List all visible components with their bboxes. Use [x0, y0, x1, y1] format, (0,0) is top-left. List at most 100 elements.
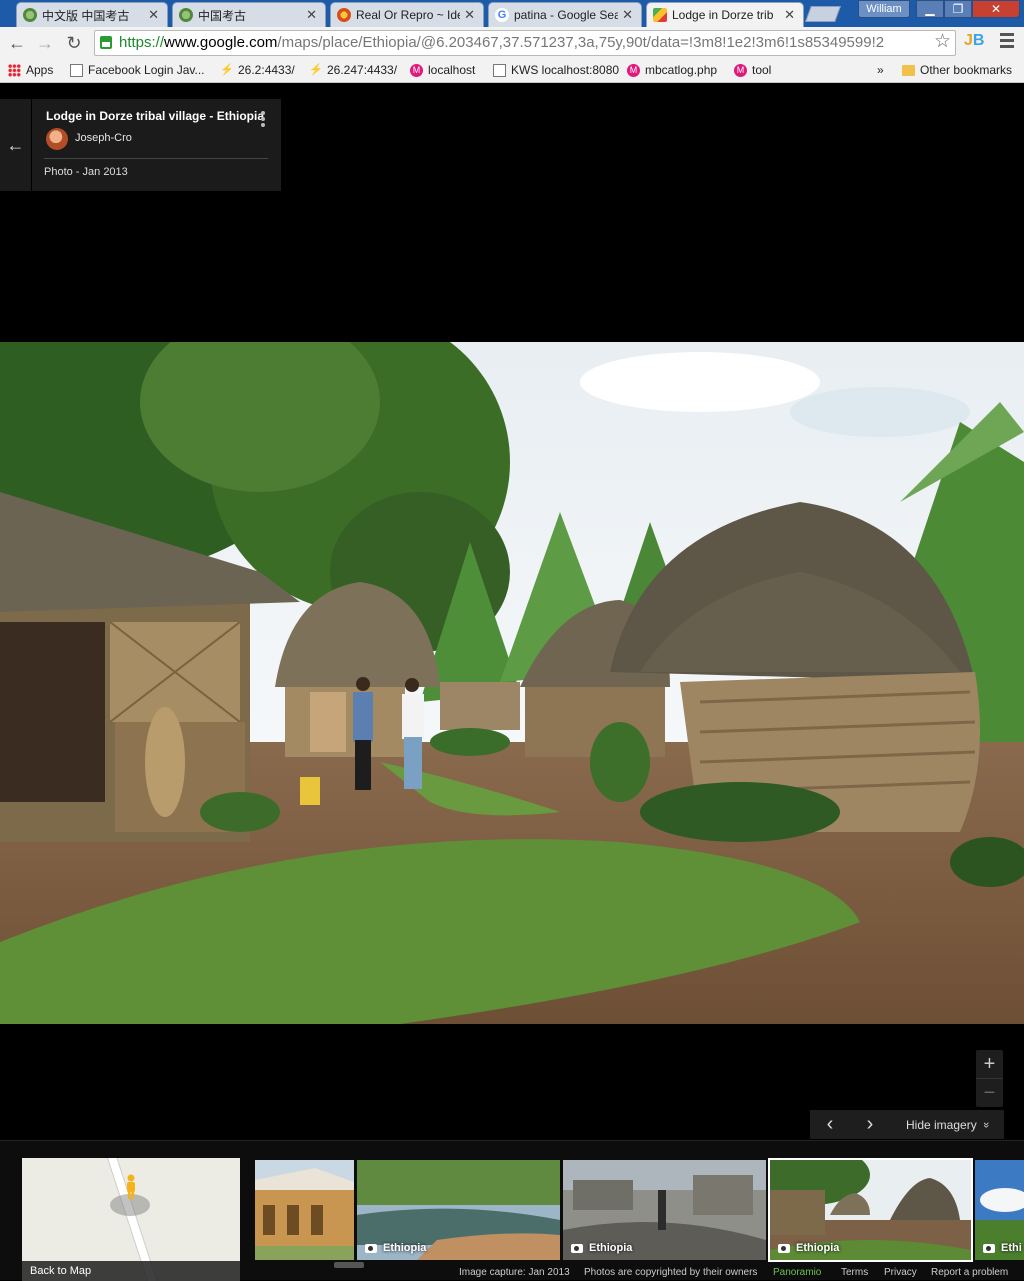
thumbnail-3[interactable]: Ethiopia	[563, 1160, 766, 1260]
place-info-card: Lodge in Dorze tribal village - Ethiopia…	[32, 99, 281, 191]
main-photo[interactable]	[0, 342, 1024, 1024]
thumbnail-label-text: Ethi	[1001, 1242, 1022, 1254]
tab-real-or-repro[interactable]: Real Or Repro ~ Ide ✕	[330, 2, 484, 27]
camera-icon	[778, 1243, 790, 1253]
m-icon: M	[410, 63, 423, 77]
jetbrains-extension-icon[interactable]: JB	[964, 32, 984, 50]
copyright-notice: Photos are copyrighted by their owners	[584, 1267, 758, 1278]
bookmark-26-2[interactable]: ⚡ 26.2:4433/	[220, 63, 295, 77]
place-title: Lodge in Dorze tribal village - Ethiopia	[46, 109, 265, 123]
close-tab-icon[interactable]: ✕	[148, 7, 159, 23]
terms-link[interactable]: Terms	[841, 1267, 868, 1278]
reload-icon[interactable]: ↻	[63, 32, 85, 54]
previous-image-button[interactable]: ‹	[810, 1113, 850, 1136]
report-problem-link[interactable]: Report a problem	[931, 1267, 1008, 1278]
panoramio-logo[interactable]: Panoramio	[773, 1267, 821, 1278]
bookmark-26-247[interactable]: ⚡ 26.247:4433/	[309, 63, 397, 77]
back-to-map-minimap[interactable]: Back to Map	[22, 1158, 240, 1281]
privacy-link[interactable]: Privacy	[884, 1267, 917, 1278]
divider	[44, 158, 268, 159]
photo-filmstrip: Back to Map Ethiopia Ethiopia Ethiopia E…	[0, 1140, 1024, 1281]
avatar[interactable]	[46, 128, 68, 150]
lock-icon	[100, 36, 112, 49]
bookmark-label: localhost	[428, 63, 476, 77]
google-icon: G	[495, 8, 509, 22]
minimize-button[interactable]: ▁	[916, 0, 944, 18]
photo-date: Photo - Jan 2013	[44, 166, 128, 178]
pegman-icon	[127, 1174, 135, 1199]
m-icon: M	[734, 63, 747, 77]
back-icon[interactable]: ←	[6, 32, 28, 54]
thumbnail-label: Ethiopia	[778, 1242, 839, 1254]
tab-lodge-dorze[interactable]: Lodge in Dorze trib ✕	[646, 2, 804, 27]
more-options-icon[interactable]	[261, 111, 265, 127]
close-tab-icon[interactable]: ✕	[784, 7, 795, 23]
thumbnail-label-text: Ethiopia	[589, 1242, 633, 1254]
back-arrow-icon[interactable]: ←	[0, 99, 31, 191]
url-path: /maps/place/Ethiopia/@6.203467,37.571237…	[277, 34, 885, 51]
close-tab-icon[interactable]: ✕	[622, 7, 633, 23]
next-image-button[interactable]: ›	[850, 1113, 890, 1136]
tab-patina-search[interactable]: G patina - Google Sea ✕	[488, 2, 642, 27]
window-close-button[interactable]: ✕	[972, 0, 1020, 18]
m-icon: M	[627, 63, 640, 77]
bookmark-label: Apps	[26, 63, 54, 77]
bookmark-label: tool	[752, 63, 772, 77]
photo-author[interactable]: Joseph-Cro	[75, 132, 132, 144]
bookmark-facebook-login[interactable]: Facebook Login Jav...	[70, 63, 205, 77]
tab-zhongguo-kaogu[interactable]: 中国考古 ✕	[172, 2, 326, 27]
photo-viewer: ← Lodge in Dorze tribal village - Ethiop…	[0, 84, 1024, 1140]
bookmark-star-icon[interactable]: ☆	[934, 30, 951, 53]
new-tab-button[interactable]	[805, 6, 841, 22]
zoom-in-button[interactable]: +	[976, 1050, 1003, 1078]
bookmark-localhost[interactable]: M localhost	[410, 63, 475, 77]
camera-icon	[983, 1243, 995, 1253]
folder-icon	[902, 64, 915, 76]
link-icon: ⚡	[220, 63, 234, 76]
zoom-controls: + −	[976, 1050, 1003, 1107]
thumbnail-label: Ethiopia	[365, 1242, 426, 1254]
bookmark-tool[interactable]: M tool	[734, 63, 771, 77]
bookmark-mbcatlog[interactable]: M mbcatlog.php	[627, 63, 717, 77]
bookmarks-overflow-button[interactable]: »	[877, 63, 884, 77]
hide-imagery-button[interactable]: Hide imagery	[906, 1118, 977, 1132]
thumbnail-label: Ethiopia	[571, 1242, 632, 1254]
bookmark-label: 26.247:4433/	[327, 63, 398, 77]
thumbnail-label-text: Ethiopia	[796, 1242, 840, 1254]
menu-icon[interactable]	[1000, 33, 1014, 51]
camera-icon	[365, 1243, 377, 1253]
tab-title: Real Or Repro ~ Ide	[356, 8, 461, 22]
thumbnail-4-selected[interactable]: Ethiopia	[768, 1158, 973, 1262]
maximize-button[interactable]: ❐	[944, 0, 972, 18]
other-bookmarks[interactable]: Other bookmarks	[902, 63, 1012, 77]
close-tab-icon[interactable]: ✕	[306, 7, 317, 23]
tab-zhongguo-kaogu-cn[interactable]: 中文版 中国考古 ✕	[16, 2, 168, 27]
bookmark-apps[interactable]: Apps	[8, 63, 53, 77]
close-tab-icon[interactable]: ✕	[464, 7, 475, 23]
bookmark-label: 26.2:4433/	[238, 63, 295, 77]
tab-title: 中文版 中国考古	[42, 8, 130, 23]
bookmarks-bar: Apps Facebook Login Jav... ⚡ 26.2:4433/ …	[0, 59, 1024, 83]
url-protocol: https://	[119, 34, 165, 51]
apps-icon	[8, 63, 21, 77]
page-icon	[493, 63, 506, 77]
browser-toolbar: ← → ↻ https://www.google.com/maps/place/…	[0, 27, 1024, 59]
imagery-nav: ‹ › Hide imagery »	[810, 1110, 1004, 1139]
address-bar[interactable]: https://www.google.com/maps/place/Ethiop…	[94, 30, 956, 56]
thumbnail-5[interactable]: Ethi	[975, 1160, 1024, 1260]
page-icon	[70, 63, 83, 77]
maps-icon	[653, 8, 667, 22]
bookmark-kws-localhost[interactable]: KWS localhost:8080	[493, 63, 619, 77]
forward-icon[interactable]: →	[34, 32, 56, 54]
zoom-out-button[interactable]: −	[976, 1079, 1003, 1107]
url-host: www.google.com	[164, 34, 278, 51]
thumbnail-2[interactable]: Ethiopia	[357, 1160, 560, 1260]
tab-strip: 中文版 中国考古 ✕ 中国考古 ✕ Real Or Repro ~ Ide ✕ …	[0, 0, 1024, 27]
double-chevron-down-icon[interactable]: »	[980, 1121, 992, 1127]
profile-button[interactable]: William	[858, 0, 910, 18]
globe-icon	[23, 8, 37, 22]
thumbnail-1[interactable]	[255, 1160, 354, 1260]
bookmark-label: mbcatlog.php	[645, 63, 718, 77]
village-scene-image	[0, 342, 1024, 1024]
site-icon	[337, 8, 351, 22]
